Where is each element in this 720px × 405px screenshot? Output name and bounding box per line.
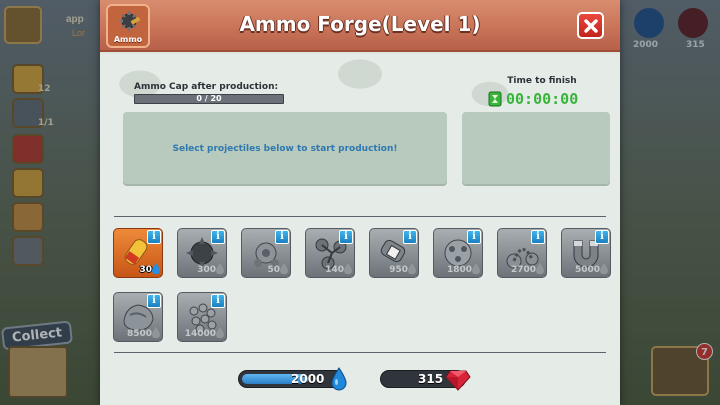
gem-icon [445, 370, 471, 391]
projectile-cost: 300 [197, 265, 216, 275]
water-drop-icon [280, 263, 288, 274]
finish-timer: 00:00:00 [488, 90, 578, 108]
info-icon[interactable]: i [147, 230, 161, 244]
ammo-forge-dialog: Ammo Ammo Forge(Level 1) Ammo Cap after … [100, 0, 620, 405]
water-value: 2000 [291, 372, 325, 386]
projectile-cost: 30 [139, 265, 152, 275]
projectile-tile-grenade[interactable]: i 950 [369, 228, 419, 278]
divider-top [114, 216, 606, 217]
ammo-cap-bar: 0 / 20 [134, 94, 284, 104]
water-drop-icon [408, 263, 416, 274]
projectile-cost: 950 [389, 265, 408, 275]
ammo-cap-label: Ammo Cap after production: [134, 82, 279, 92]
projectile-tile-rocket[interactable]: i 30 [113, 228, 163, 278]
gem-resource: 315 [380, 370, 471, 391]
projectile-cost: 5000 [574, 265, 600, 275]
projectile-cost: 140 [325, 265, 344, 275]
timer-value: 00:00:00 [506, 90, 579, 108]
hourglass-icon [488, 91, 502, 107]
dialog-title: Ammo Forge(Level 1) [239, 12, 481, 36]
water-drop-icon [344, 263, 352, 274]
info-icon[interactable]: i [211, 230, 225, 244]
projectile-tile-bolas[interactable]: i 140 [305, 228, 355, 278]
close-icon [583, 18, 598, 33]
current-production-slot [462, 112, 610, 186]
projectile-tile-chain-ball[interactable]: i 2700 [497, 228, 547, 278]
water-drop-icon [600, 263, 608, 274]
water-drop-icon [152, 327, 160, 338]
info-icon[interactable]: i [211, 294, 225, 308]
projectile-tile-spiked-ball[interactable]: i 300 [177, 228, 227, 278]
dialog-body: Ammo Cap after production: 0 / 20 Time t… [100, 54, 620, 405]
water-drop-icon [216, 263, 224, 274]
water-resource: 2000 [238, 367, 347, 391]
ammo-badge-label: Ammo [113, 35, 143, 44]
projectile-tile-magnet[interactable]: i 5000 [561, 228, 611, 278]
water-drop-icon [472, 263, 480, 274]
water-drop-icon [152, 263, 160, 274]
projectile-tile-disc[interactable]: i 1800 [433, 228, 483, 278]
projectile-tile-boulder[interactable]: i 8500 [113, 292, 163, 342]
water-drop-icon [216, 327, 224, 338]
info-icon[interactable]: i [403, 230, 417, 244]
info-icon[interactable]: i [595, 230, 609, 244]
projectile-cost: 8500 [126, 329, 152, 339]
projectile-tile-cluster[interactable]: i 14000 [177, 292, 227, 342]
water-drop-icon [536, 263, 544, 274]
info-icon[interactable]: i [147, 294, 161, 308]
info-icon[interactable]: i [339, 230, 353, 244]
projectile-cost: 1800 [446, 265, 472, 275]
divider-bottom [114, 352, 606, 353]
gem-value: 315 [418, 372, 444, 386]
queue-hint: Select projectiles below to start produc… [172, 144, 398, 154]
production-queue: Select projectiles below to start produc… [123, 112, 447, 186]
time-to-finish-label: Time to finish [507, 76, 577, 86]
projectile-cost: 14000 [184, 329, 216, 339]
info-icon[interactable]: i [467, 230, 481, 244]
info-icon[interactable]: i [275, 230, 289, 244]
water-drop-icon [331, 367, 347, 391]
close-button[interactable] [577, 12, 604, 39]
ammo-cap-text: 0 / 20 [196, 94, 222, 103]
info-icon[interactable]: i [531, 230, 545, 244]
projectile-cost: 2700 [510, 265, 536, 275]
projectile-tile-gear-ball[interactable]: i 50 [241, 228, 291, 278]
dialog-header: Ammo Ammo Forge(Level 1) [100, 0, 620, 52]
projectile-cost: 50 [267, 265, 280, 275]
